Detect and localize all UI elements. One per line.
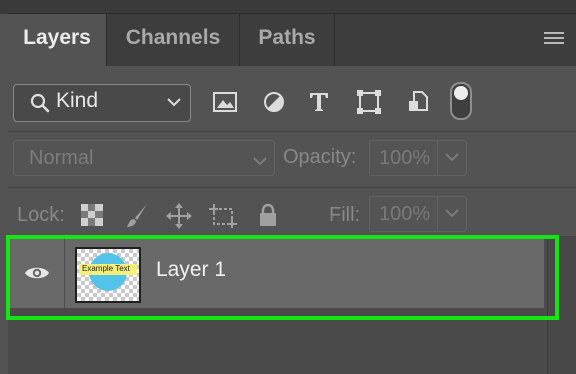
chevron-down-icon bbox=[166, 95, 182, 113]
layer-thumbnail[interactable]: Example Text bbox=[75, 247, 141, 303]
smart-object-filter-icon[interactable] bbox=[406, 90, 432, 114]
chevron-down-icon bbox=[252, 150, 268, 173]
adjustment-filter-icon[interactable] bbox=[262, 90, 288, 114]
fill-field[interactable]: 100% bbox=[369, 196, 467, 232]
tab-channels[interactable]: Channels bbox=[107, 14, 239, 66]
layers-list: Example Text Layer 1 bbox=[8, 236, 576, 374]
opacity-label: Opacity: bbox=[283, 146, 357, 168]
shape-filter-icon[interactable] bbox=[356, 90, 382, 114]
fill-label: Fill: bbox=[329, 204, 361, 226]
lock-artboard-icon[interactable] bbox=[209, 203, 237, 234]
layer-row[interactable]: Example Text Layer 1 bbox=[8, 238, 544, 308]
scrollbar[interactable] bbox=[547, 236, 576, 374]
layer-name[interactable]: Layer 1 bbox=[156, 258, 226, 282]
divider bbox=[8, 131, 576, 132]
opacity-value: 100% bbox=[379, 147, 431, 169]
toggle-knob bbox=[454, 86, 468, 100]
panel-menu-icon[interactable] bbox=[544, 32, 564, 46]
opacity-dropdown[interactable] bbox=[437, 141, 466, 175]
fill-value: 100% bbox=[379, 203, 431, 225]
lock-image-pixels-icon[interactable] bbox=[125, 203, 149, 234]
tab-separator bbox=[334, 14, 335, 66]
image-filter-icon[interactable] bbox=[212, 90, 238, 114]
thumbnail-text: Example Text bbox=[82, 264, 130, 273]
blend-mode-select[interactable]: Normal bbox=[13, 140, 275, 176]
lock-label: Lock: bbox=[17, 204, 65, 226]
fill-dropdown[interactable] bbox=[437, 197, 466, 231]
lock-position-icon[interactable] bbox=[166, 203, 192, 234]
type-filter-icon[interactable] bbox=[307, 90, 333, 114]
opacity-field[interactable]: 100% bbox=[369, 140, 467, 176]
tab-paths[interactable]: Paths bbox=[240, 14, 334, 66]
top-strip bbox=[0, 0, 576, 14]
filter-kind-label: Kind bbox=[56, 89, 99, 112]
tab-layers[interactable]: Layers bbox=[8, 14, 106, 66]
eye-icon bbox=[25, 267, 49, 279]
filter-toggle[interactable] bbox=[450, 82, 472, 120]
divider bbox=[8, 187, 576, 188]
search-icon bbox=[30, 93, 50, 118]
lock-transparent-pixels-icon[interactable] bbox=[80, 203, 104, 232]
filter-kind-select[interactable]: Kind bbox=[13, 84, 191, 122]
visibility-toggle[interactable] bbox=[8, 238, 65, 308]
layers-panel: Kind Normal Opacity: 100% Lock: Fill: 10… bbox=[8, 66, 576, 374]
blend-mode-value: Normal bbox=[29, 147, 94, 169]
lock-all-icon[interactable] bbox=[258, 203, 278, 232]
tab-bar: Layers Channels Paths bbox=[8, 14, 576, 66]
